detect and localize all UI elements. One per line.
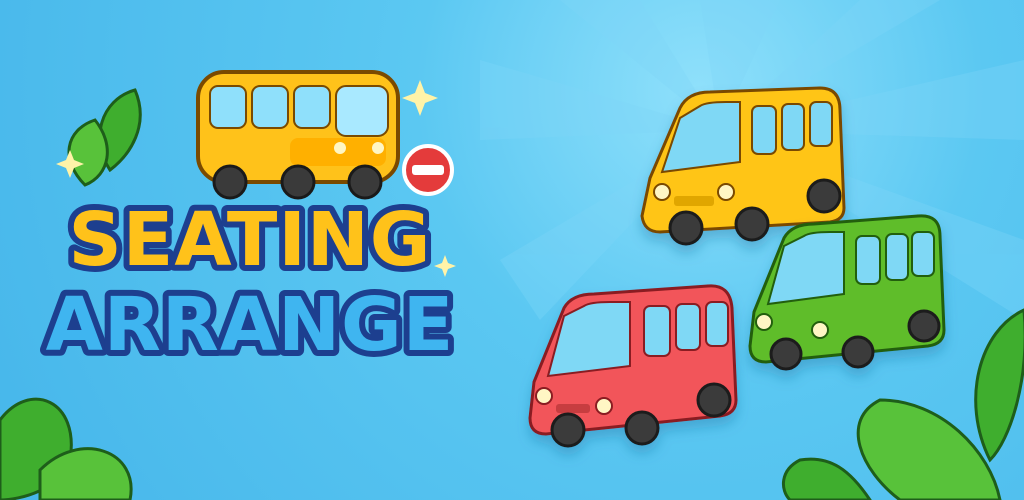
vans-layer xyxy=(0,86,1024,500)
leaf-icon xyxy=(0,397,133,500)
yellow-van[interactable] xyxy=(640,86,846,246)
red-van[interactable] xyxy=(528,284,738,448)
green-van[interactable] xyxy=(748,214,946,371)
